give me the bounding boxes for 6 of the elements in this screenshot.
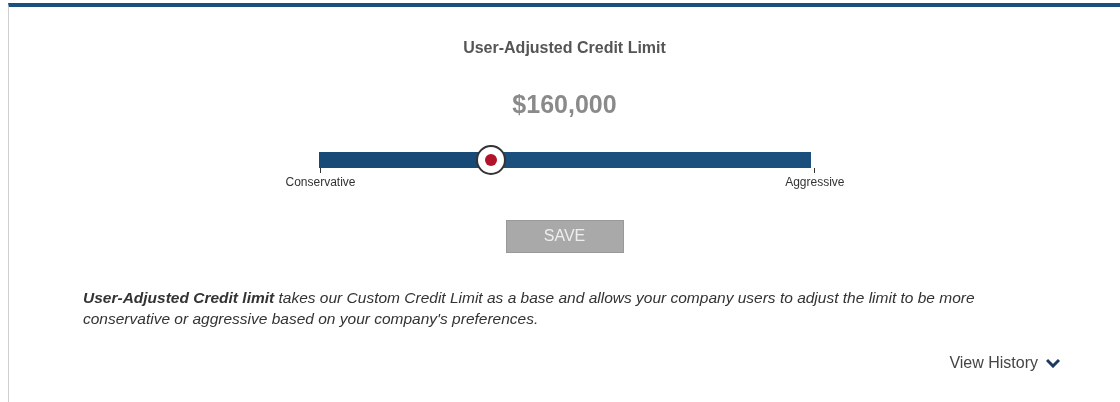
min-label: Conservative [284, 173, 357, 191]
panel-title: User-Adjusted Credit Limit [463, 38, 666, 58]
view-history-link[interactable]: View History [949, 350, 1060, 375]
description-text: User-Adjusted Credit limit takes our Custom Credit Limit as a base and allows your company users to adjust the limit to be more conservative or aggressive based on your company's preferences. [83, 287, 976, 329]
max-label: Aggressive [785, 173, 845, 191]
credit-amount: $160,000 [512, 89, 617, 120]
